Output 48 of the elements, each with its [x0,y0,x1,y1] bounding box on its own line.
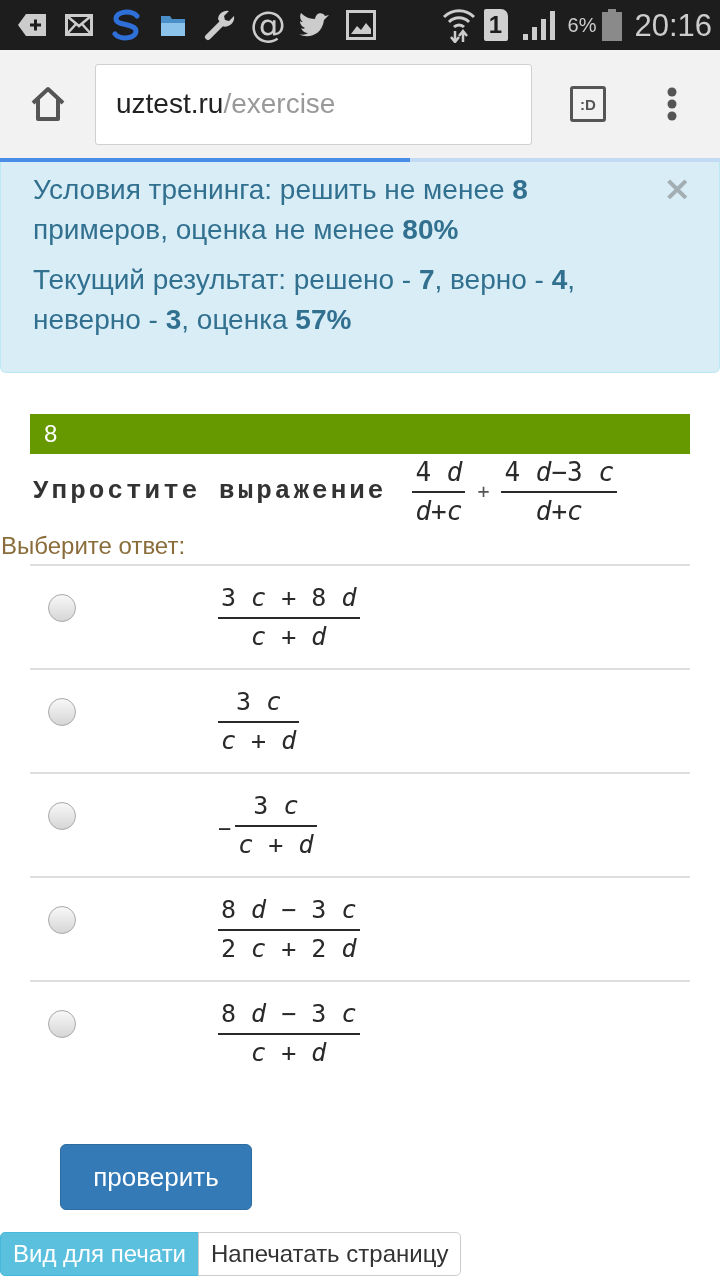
signal-icon [521,10,558,40]
battery-icon [602,9,623,41]
numerator: 8 d − 3 c [220,1000,358,1028]
wifi-icon [441,7,476,43]
denominator: 2 c + 2 d [220,936,358,962]
url-host: uztest.ru [116,87,224,121]
numerator: 3 c + 8 d [220,584,358,612]
radio-button[interactable] [48,594,76,622]
alert-text: Условия тренинга: решить не менее 8 примеров, оценка не менее 80% [33,173,529,247]
question-number: 8 [44,419,58,449]
alert-text: Текущий результат: решено - 7, верно - 4, неверно - 3, оценка 57% [33,263,576,337]
numerator: 8 d − 3 c [220,896,358,924]
clock-time: 20:16 [634,9,712,41]
battery-percent: 6% [567,15,597,35]
denominator: c + d [220,728,298,754]
tab-switcher-button[interactable]: :D [570,86,606,122]
more-menu-icon[interactable] [667,87,677,121]
at-sign-icon: @ [250,7,286,43]
radio-button[interactable] [48,1010,76,1038]
check-button[interactable]: проверить [60,1144,252,1210]
question-prompt: Упростите выражение [33,474,387,508]
plus-operator: + [477,478,490,505]
radio-button[interactable] [48,802,76,830]
s-logo-icon [110,9,142,41]
numerator: 3 c [252,792,300,820]
tag-plus-icon [18,14,46,36]
url-path: /exercise [223,87,336,121]
home-icon[interactable] [30,86,66,122]
denominator: c + d [237,832,315,858]
minus-sign: − [218,814,232,843]
numerator: 4 d [414,458,464,486]
mail-icon [65,14,93,36]
numerator: 4 d−3 c [503,458,616,486]
radio-button[interactable] [48,906,76,934]
denominator: d+c [414,498,464,524]
radio-button[interactable] [48,698,76,726]
print-page-button[interactable]: Напечатать страницу [198,1232,462,1276]
folder-icon [160,13,186,37]
wrench-icon [204,9,236,41]
image-icon [346,10,376,40]
denominator: c + d [250,624,328,650]
denominator: d+c [534,498,584,524]
answer-prompt: Выберите ответ: [0,531,186,561]
address-bar[interactable]: uztest.ru/exercise [95,63,532,145]
denominator: c + d [250,1040,328,1066]
bird-icon [298,11,330,39]
sim-slot-indicator: 1 [483,9,508,41]
numerator: 3 c [235,688,283,716]
